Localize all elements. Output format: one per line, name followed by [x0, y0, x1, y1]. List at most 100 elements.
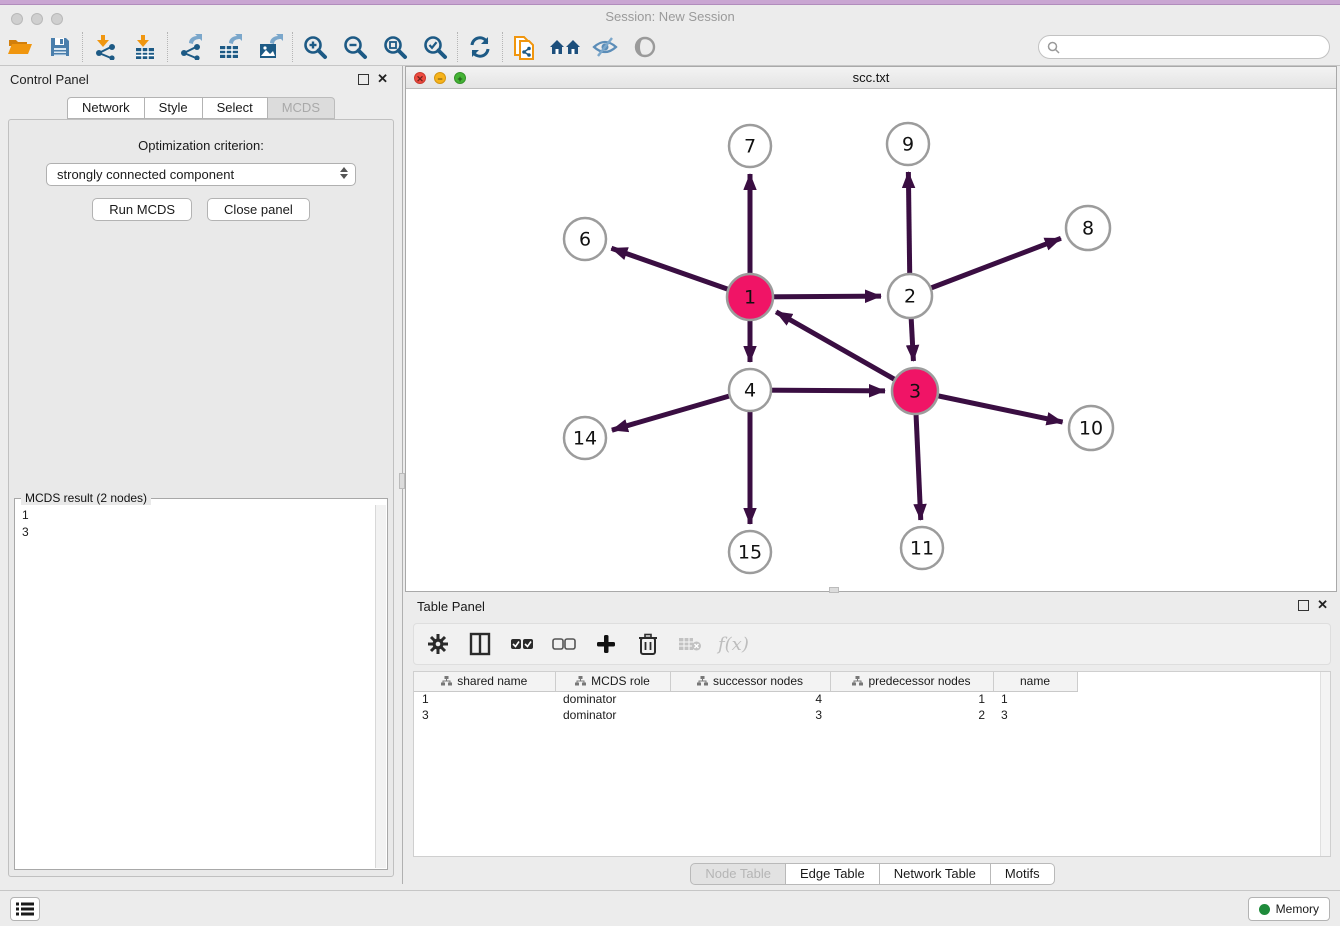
- table-panel: Table Panel ✕: [405, 595, 1340, 884]
- import-table-button[interactable]: [125, 31, 165, 63]
- node-label-10: 10: [1079, 418, 1103, 440]
- network-canvas[interactable]: 7968124314101511: [406, 89, 1336, 591]
- tab-network[interactable]: Network: [67, 97, 145, 119]
- control-panel: Control Panel ✕ Network Style Select MCD…: [0, 66, 403, 884]
- add-row-button[interactable]: [592, 630, 620, 658]
- optimization-criterion-select[interactable]: strongly connected component: [46, 163, 356, 186]
- network-graph[interactable]: 7968124314101511: [406, 89, 1336, 591]
- column-header-3[interactable]: predecessor nodes: [830, 672, 993, 691]
- column-header-4[interactable]: name: [993, 672, 1077, 691]
- import-table-icon: [132, 34, 158, 60]
- delete-table-button[interactable]: [676, 630, 704, 658]
- node-label-15: 15: [738, 542, 762, 564]
- node-table[interactable]: shared nameMCDS rolesuccessor nodesprede…: [413, 671, 1331, 857]
- edge-2-8[interactable]: [910, 238, 1061, 296]
- export-image-button[interactable]: [250, 31, 290, 63]
- float-table-panel-icon[interactable]: [1298, 599, 1309, 614]
- zoom-in-button[interactable]: [295, 31, 335, 63]
- memory-button[interactable]: Memory: [1248, 897, 1330, 921]
- tab-mcds[interactable]: MCDS: [268, 97, 335, 119]
- show-panel-button[interactable]: [625, 31, 665, 63]
- search-input[interactable]: [1065, 40, 1329, 54]
- column-header-filler: [1077, 672, 1322, 691]
- toolbar-separator: [292, 32, 293, 62]
- hide-panel-button[interactable]: [585, 31, 625, 63]
- show-columns-button[interactable]: [466, 630, 494, 658]
- import-network-icon: [92, 34, 118, 60]
- select-stepper-icon: [340, 167, 348, 179]
- import-network-button[interactable]: [85, 31, 125, 63]
- table-row[interactable]: 1dominator411: [414, 691, 1322, 707]
- node-label-11: 11: [910, 538, 934, 560]
- open-session-button[interactable]: [0, 31, 40, 63]
- node-label-3: 3: [909, 381, 921, 403]
- cell-MCDS-role[interactable]: dominator: [555, 707, 670, 723]
- sort-hierarchy-icon: [852, 676, 863, 686]
- zoom-fit-button[interactable]: [375, 31, 415, 63]
- mcds-result-text[interactable]: 1 3: [16, 505, 375, 868]
- horizontal-splitter-handle[interactable]: [829, 587, 839, 593]
- columns-icon: [469, 632, 491, 656]
- delete-row-button[interactable]: [634, 630, 662, 658]
- refresh-button[interactable]: [460, 31, 500, 63]
- task-history-button[interactable]: [10, 897, 40, 921]
- cell-predecessor-nodes[interactable]: 2: [830, 707, 993, 723]
- tab-node-table[interactable]: Node Table: [690, 863, 786, 885]
- table-panel-title: Table Panel: [417, 599, 485, 614]
- mcds-result-group: MCDS result (2 nodes) 1 3: [14, 498, 388, 870]
- zoom-selected-button[interactable]: [415, 31, 455, 63]
- mcds-panel: Optimization criterion: strongly connect…: [8, 119, 394, 877]
- zoom-out-icon: [342, 34, 368, 60]
- table-scrollbar[interactable]: [1320, 672, 1330, 856]
- node-label-1: 1: [744, 287, 756, 309]
- selected-criterion: strongly connected component: [57, 167, 234, 182]
- mcds-result-title: MCDS result (2 nodes): [21, 491, 151, 505]
- cell-successor-nodes[interactable]: 3: [670, 707, 830, 723]
- toolbar-separator: [167, 32, 168, 62]
- cell-shared-name[interactable]: 1: [414, 691, 555, 707]
- unselect-all-button[interactable]: [550, 630, 578, 658]
- main-toolbar: [0, 28, 1340, 66]
- run-mcds-button[interactable]: Run MCDS: [92, 198, 192, 221]
- network-window-titlebar[interactable]: ✕ − + scc.txt: [406, 67, 1336, 89]
- tab-motifs[interactable]: Motifs: [991, 863, 1055, 885]
- float-panel-icon[interactable]: [358, 73, 369, 88]
- double-home-icon: [549, 35, 581, 59]
- cell-predecessor-nodes[interactable]: 1: [830, 691, 993, 707]
- result-scrollbar[interactable]: [375, 505, 386, 868]
- duplicate-network-button[interactable]: [505, 31, 545, 63]
- cell-successor-nodes[interactable]: 4: [670, 691, 830, 707]
- tab-style[interactable]: Style: [145, 97, 203, 119]
- column-header-0[interactable]: shared name: [414, 672, 555, 691]
- status-bar: Memory: [0, 890, 1340, 926]
- global-search[interactable]: [1038, 35, 1330, 59]
- close-panel-icon[interactable]: ✕: [377, 73, 388, 88]
- export-table-button[interactable]: [210, 31, 250, 63]
- vertical-splitter-handle[interactable]: [399, 473, 405, 489]
- table-options-button[interactable]: [424, 630, 452, 658]
- column-header-1[interactable]: MCDS role: [555, 672, 670, 691]
- close-table-panel-icon[interactable]: ✕: [1317, 599, 1328, 614]
- fx-icon: f(x): [718, 634, 749, 655]
- zoom-out-button[interactable]: [335, 31, 375, 63]
- table-panel-buttons: ✕: [1298, 599, 1328, 614]
- cell-MCDS-role[interactable]: dominator: [555, 691, 670, 707]
- delete-table-icon: [678, 636, 702, 652]
- gear-icon: [427, 633, 449, 655]
- column-header-2[interactable]: successor nodes: [670, 672, 830, 691]
- tab-edge-table[interactable]: Edge Table: [786, 863, 880, 885]
- close-panel-button[interactable]: Close panel: [207, 198, 310, 221]
- select-all-button[interactable]: [508, 630, 536, 658]
- cell-shared-name[interactable]: 3: [414, 707, 555, 723]
- save-session-button[interactable]: [40, 31, 80, 63]
- export-network-button[interactable]: [170, 31, 210, 63]
- tab-network-table[interactable]: Network Table: [880, 863, 991, 885]
- home-layout-button[interactable]: [545, 31, 585, 63]
- node-label-9: 9: [902, 134, 914, 156]
- table-row[interactable]: 3dominator323: [414, 707, 1322, 723]
- function-builder-button[interactable]: f(x): [718, 630, 749, 658]
- cell-name[interactable]: 1: [993, 691, 1077, 707]
- tab-select[interactable]: Select: [203, 97, 268, 119]
- window-title: Session: New Session: [0, 9, 1340, 24]
- cell-name[interactable]: 3: [993, 707, 1077, 723]
